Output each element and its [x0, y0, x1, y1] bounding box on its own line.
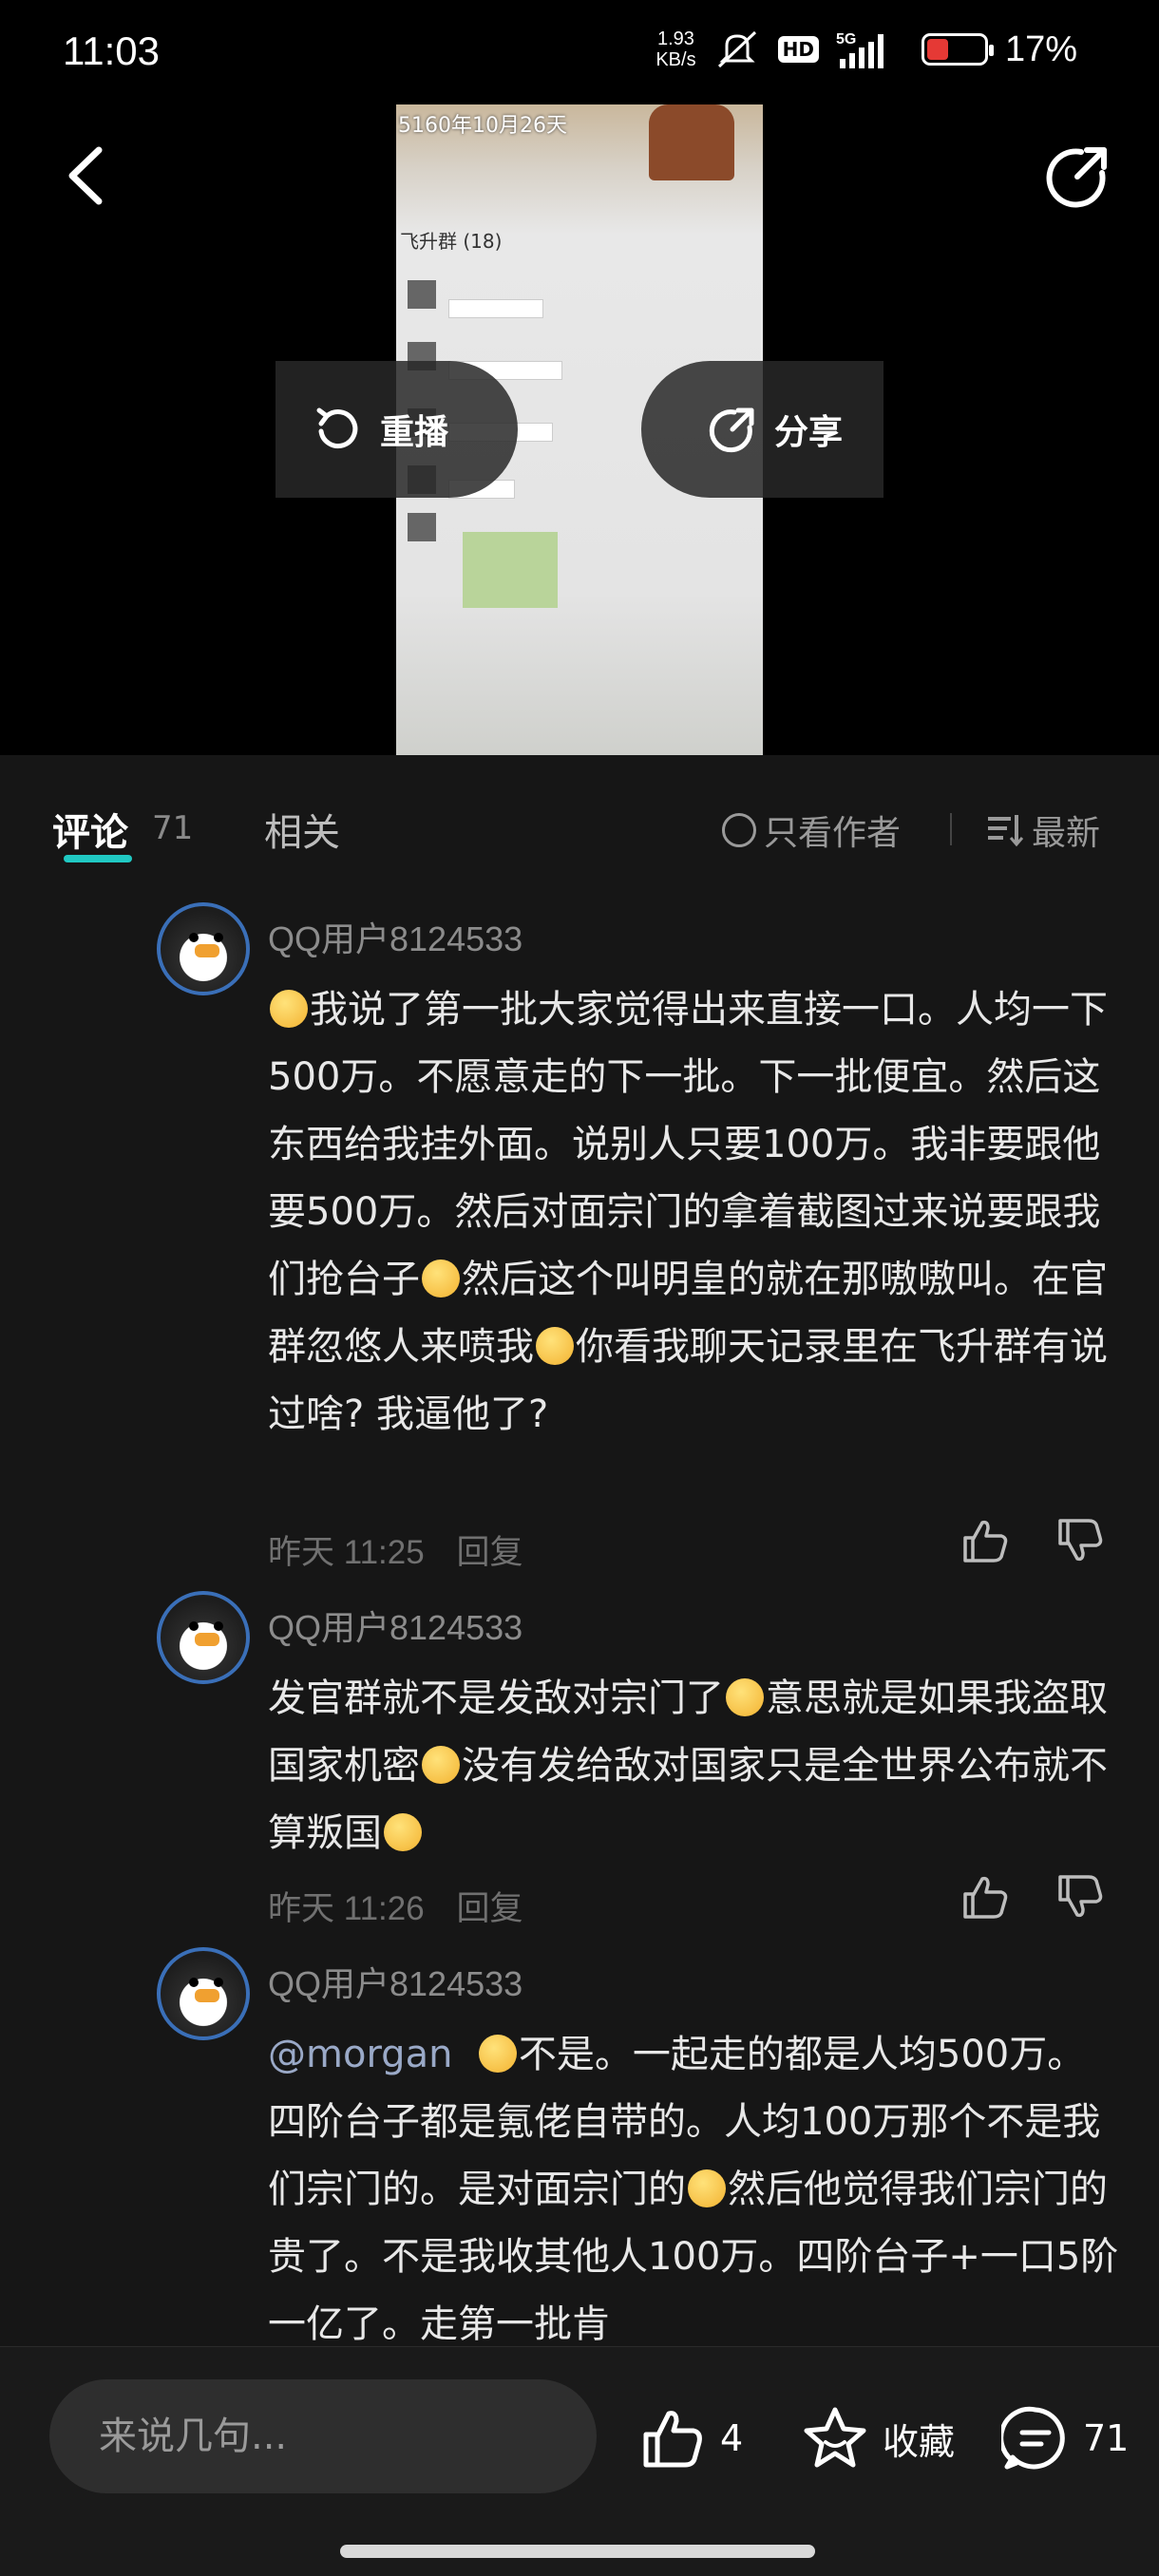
comment-text: 发官群就不是发敌对宗门了 意思就是如果我盗取国家机密 没有发给敌对国家只是全世界公布… [268, 1676, 1108, 1855]
emoji-icon [270, 990, 308, 1028]
comment-bubble-icon [1001, 2406, 1065, 2470]
comment-meta: 昨天 11:26 回复 [268, 1882, 522, 1930]
battery-fill [926, 39, 948, 60]
emoji-icon [536, 1327, 574, 1365]
avatar[interactable] [157, 902, 250, 995]
comment-input[interactable]: 来说几句... [49, 2379, 597, 2493]
thumbs-down-icon[interactable] [1054, 1871, 1106, 1923]
tab-active-indicator [64, 855, 132, 862]
svg-text:5G: 5G [836, 31, 856, 47]
star-icon [804, 2407, 866, 2468]
chat-avatar [408, 513, 436, 541]
chat-image [463, 532, 558, 608]
comment-time: 昨天 11:26 [268, 1890, 425, 1927]
comment-text: 我说了第一批大家觉得出来直接一口。人均一下500万。不愿意走的下一批。下一批便宜… [268, 988, 1108, 1436]
radio-circle-icon [722, 813, 756, 847]
comment-meta: 昨天 11:25 回复 [268, 1525, 522, 1574]
emoji-icon [422, 1260, 460, 1297]
comment-text: @morgan 不是。一起走的都是人均500万。四阶台子都是氪佬自带的。人均10… [268, 2033, 1119, 2346]
favorite-button[interactable]: 收藏 [801, 2404, 955, 2472]
favorite-label: 收藏 [883, 2420, 956, 2463]
comment-count: 71 [1083, 2417, 1130, 2459]
emoji-icon [478, 2035, 517, 2073]
comment-username[interactable]: QQ用户8124533 [268, 1957, 522, 2006]
replay-icon [316, 407, 358, 449]
video-frame-group-title: 飞升群 (18) [400, 230, 503, 253]
reply-button[interactable]: 回复 [456, 1890, 522, 1927]
thumbs-down-icon[interactable] [1054, 1515, 1106, 1566]
thumbs-up-icon[interactable] [960, 1871, 1011, 1923]
share-label: 分享 [774, 413, 844, 452]
comment-time: 昨天 11:25 [268, 1534, 425, 1571]
emoji-icon [384, 1813, 422, 1851]
replay-label: 重播 [380, 413, 449, 452]
author-only-toggle[interactable]: 只看作者 [722, 805, 901, 855]
bottom-action-bar: 来说几句... 4 收藏 71 [0, 2346, 1159, 2576]
status-time: 11:03 [63, 28, 160, 73]
share-icon [709, 407, 754, 453]
tab-related[interactable]: 相关 [264, 802, 340, 857]
video-frame-date: 5160年10月26天 [398, 114, 567, 138]
status-bar: 11:03 1.93 KB/s HD 5G 17% [0, 0, 1159, 112]
cell-signal-icon: 5G [836, 31, 884, 68]
mention-link[interactable]: @morgan [268, 2033, 452, 2076]
emoji-icon [726, 1678, 764, 1716]
comment-item: QQ用户8124533 @morgan 不是。一起走的都是人均500万。四阶台子… [0, 1947, 1159, 2346]
sort-icon [988, 815, 1024, 847]
hd-badge: HD [777, 36, 819, 63]
author-only-label: 只看作者 [764, 814, 902, 853]
divider [950, 813, 952, 845]
thumbs-up-icon [643, 2411, 702, 2468]
share-icon[interactable] [1043, 142, 1112, 211]
emoji-icon [422, 1746, 460, 1784]
home-indicator[interactable] [340, 2545, 815, 2558]
treasure-chest-icon [649, 104, 734, 180]
network-speed: 1.93 KB/s [656, 28, 696, 70]
replay-button[interactable]: 重播 [276, 361, 518, 498]
comment-username[interactable]: QQ用户8124533 [268, 1601, 522, 1650]
sort-button[interactable]: 最新 [986, 805, 1100, 855]
chat-bubble [448, 299, 543, 318]
thumbs-up-icon[interactable] [960, 1515, 1011, 1566]
tab-comments-count: 71 [152, 809, 194, 847]
comment-username[interactable]: QQ用户8124533 [268, 912, 522, 961]
emoji-icon [688, 2169, 726, 2207]
back-arrow-icon[interactable] [57, 142, 114, 209]
battery-icon [921, 33, 994, 66]
video-player[interactable]: 5160年10月26天 飞升群 (18) 11:03 1.93 KB/s HD … [0, 0, 1159, 755]
battery-percent: 17% [1004, 28, 1077, 69]
comments-button[interactable]: 71 [1001, 2404, 1129, 2472]
comment-tabs: 评论 71 相关 只看作者 最新 [0, 760, 1159, 864]
like-button[interactable]: 4 [638, 2404, 743, 2472]
chat-avatar [408, 280, 436, 309]
like-count: 4 [720, 2417, 744, 2459]
share-button[interactable]: 分享 [641, 361, 884, 498]
mute-bell-icon [717, 30, 756, 68]
avatar[interactable] [157, 1947, 250, 2040]
sort-label: 最新 [1032, 814, 1101, 853]
reply-button[interactable]: 回复 [456, 1534, 522, 1571]
tab-comments[interactable]: 评论 [52, 802, 128, 857]
avatar[interactable] [157, 1591, 250, 1684]
